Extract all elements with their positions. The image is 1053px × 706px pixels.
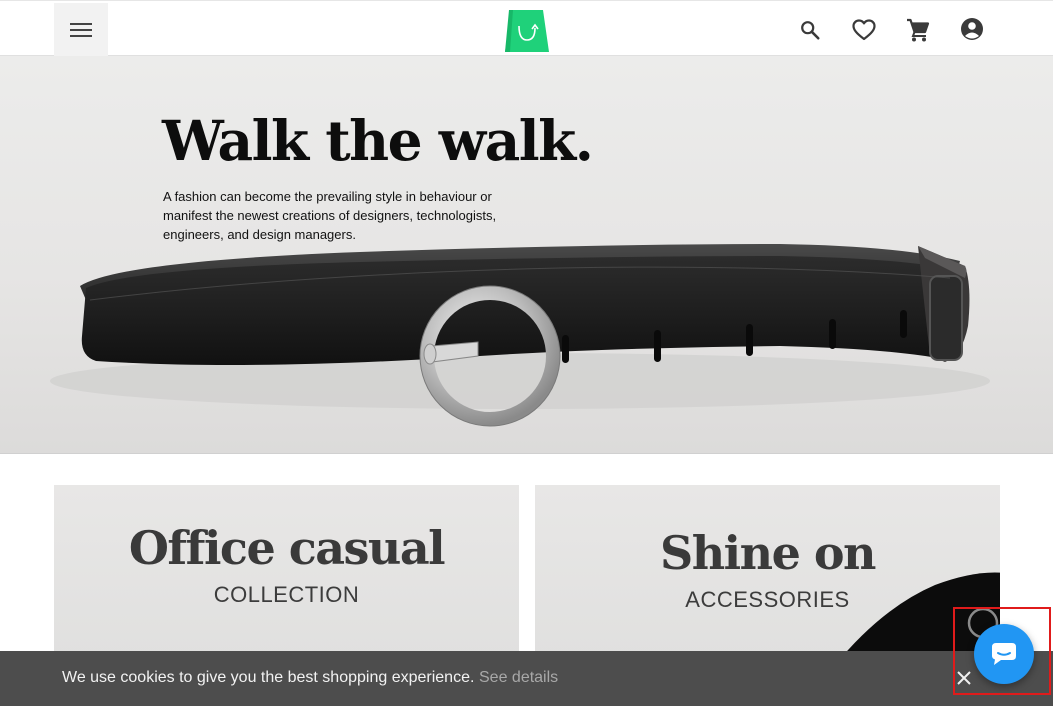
hero-title: Walk the walk.	[162, 108, 594, 173]
menu-button[interactable]	[54, 3, 108, 57]
collection-subtitle: ACCESSORIES	[685, 587, 850, 612]
wishlist-button[interactable]	[851, 17, 877, 43]
account-icon	[961, 18, 983, 40]
home-logo-link[interactable]	[505, 10, 549, 52]
collection-subtitle: COLLECTION	[213, 582, 360, 607]
chat-bubble-icon	[992, 643, 1016, 665]
top-navigation-bar	[0, 0, 1053, 57]
chat-launcher-button[interactable]	[974, 624, 1034, 684]
cookie-message: We use cookies to give you the best shop…	[62, 669, 475, 686]
cart-icon	[907, 18, 930, 42]
see-details-link[interactable]: See details	[479, 669, 558, 687]
search-button[interactable]	[797, 17, 823, 43]
cookie-consent-bar: We use cookies to give you the best shop…	[0, 651, 1053, 706]
hero-description: A fashion can become the prevailing styl…	[163, 189, 497, 242]
wishlist-heart-icon	[852, 19, 876, 41]
shopping-bag-logo-icon	[505, 10, 549, 52]
cart-button[interactable]	[905, 17, 931, 43]
cookie-close-button[interactable]	[953, 667, 975, 689]
close-icon	[957, 671, 971, 685]
hamburger-menu-icon	[70, 23, 92, 37]
page: Walk the walk. A fashion can become the …	[0, 0, 1053, 706]
hero-banner: Walk the walk. A fashion can become the …	[0, 56, 1053, 454]
account-button[interactable]	[959, 16, 985, 42]
collection-title: Shine on	[660, 526, 877, 580]
collection-title: Office casual	[128, 521, 446, 575]
search-icon	[801, 21, 820, 40]
